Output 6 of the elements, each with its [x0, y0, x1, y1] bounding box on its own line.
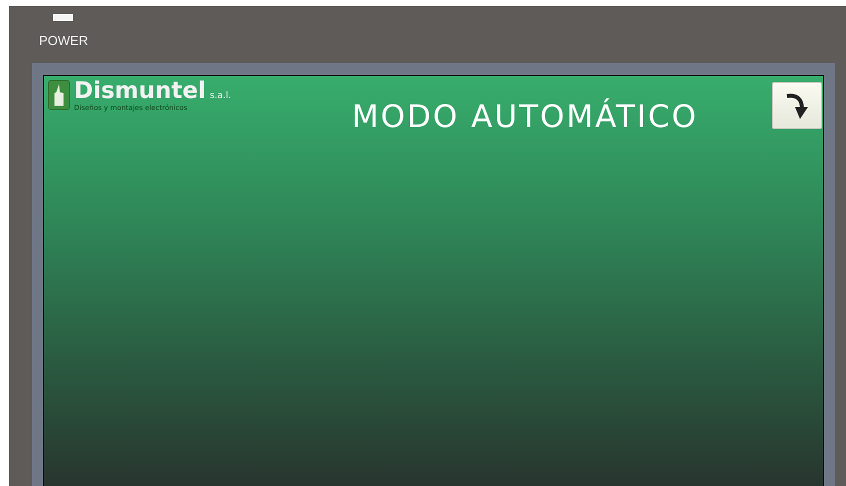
- next-button[interactable]: [772, 82, 822, 129]
- logo-name: Dismuntel: [74, 80, 206, 103]
- power-label: POWER: [39, 32, 90, 50]
- logo-suffix: s.a.l.: [210, 90, 232, 102]
- logo-icon: [48, 80, 70, 110]
- screen-title: MODO AUTOMÁTICO: [352, 97, 698, 137]
